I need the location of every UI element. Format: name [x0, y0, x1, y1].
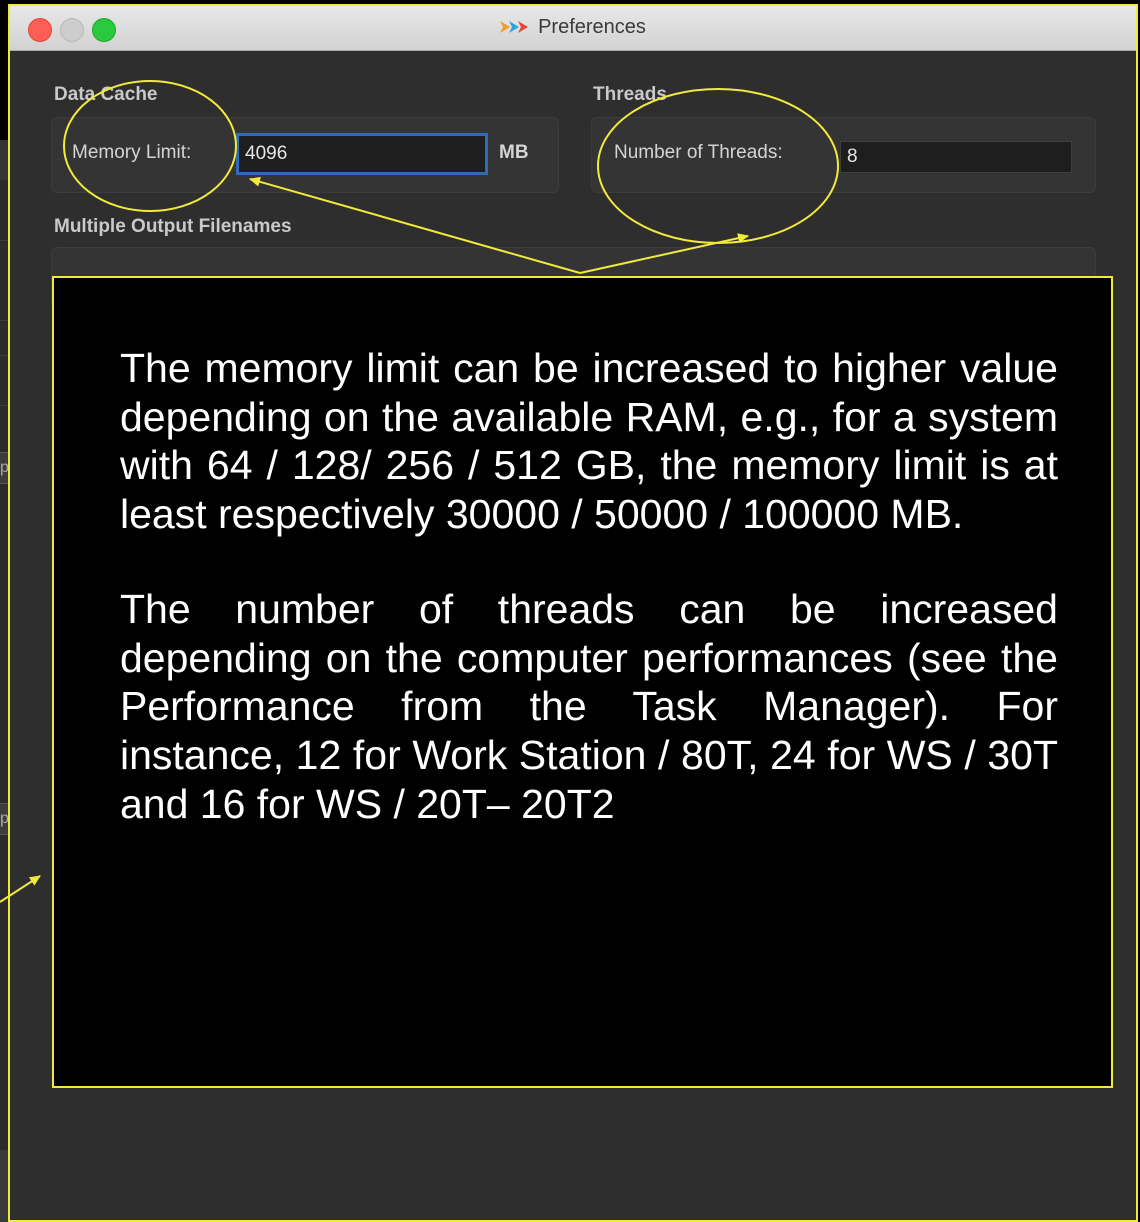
annotation-callout-box: The memory limit can be increased to hig…: [52, 276, 1113, 1088]
window-title-group: Preferences: [8, 4, 1138, 50]
annotation-text: The memory limit can be increased to hig…: [120, 344, 1058, 875]
data-cache-group: Memory Limit: MB: [51, 117, 559, 193]
annotation-paragraph-threads: The number of threads can be increased d…: [120, 586, 1058, 827]
number-of-threads-input[interactable]: [840, 141, 1072, 173]
annotation-paragraph-memory: The memory limit can be increased to hig…: [120, 345, 1058, 537]
memory-limit-label: Memory Limit:: [72, 142, 192, 163]
memory-limit-input[interactable]: [236, 133, 488, 175]
output-filenames-heading: Multiple Output Filenames: [54, 216, 292, 237]
number-of-threads-label: Number of Threads:: [614, 142, 783, 163]
memory-unit-label: MB: [499, 142, 529, 163]
threads-heading: Threads: [593, 84, 667, 105]
title-bar[interactable]: Preferences: [8, 4, 1138, 51]
data-cache-heading: Data Cache: [54, 84, 158, 105]
threads-group: Number of Threads:: [591, 117, 1096, 193]
arrow-logo-icon: [500, 21, 529, 33]
window-title: Preferences: [538, 15, 646, 38]
